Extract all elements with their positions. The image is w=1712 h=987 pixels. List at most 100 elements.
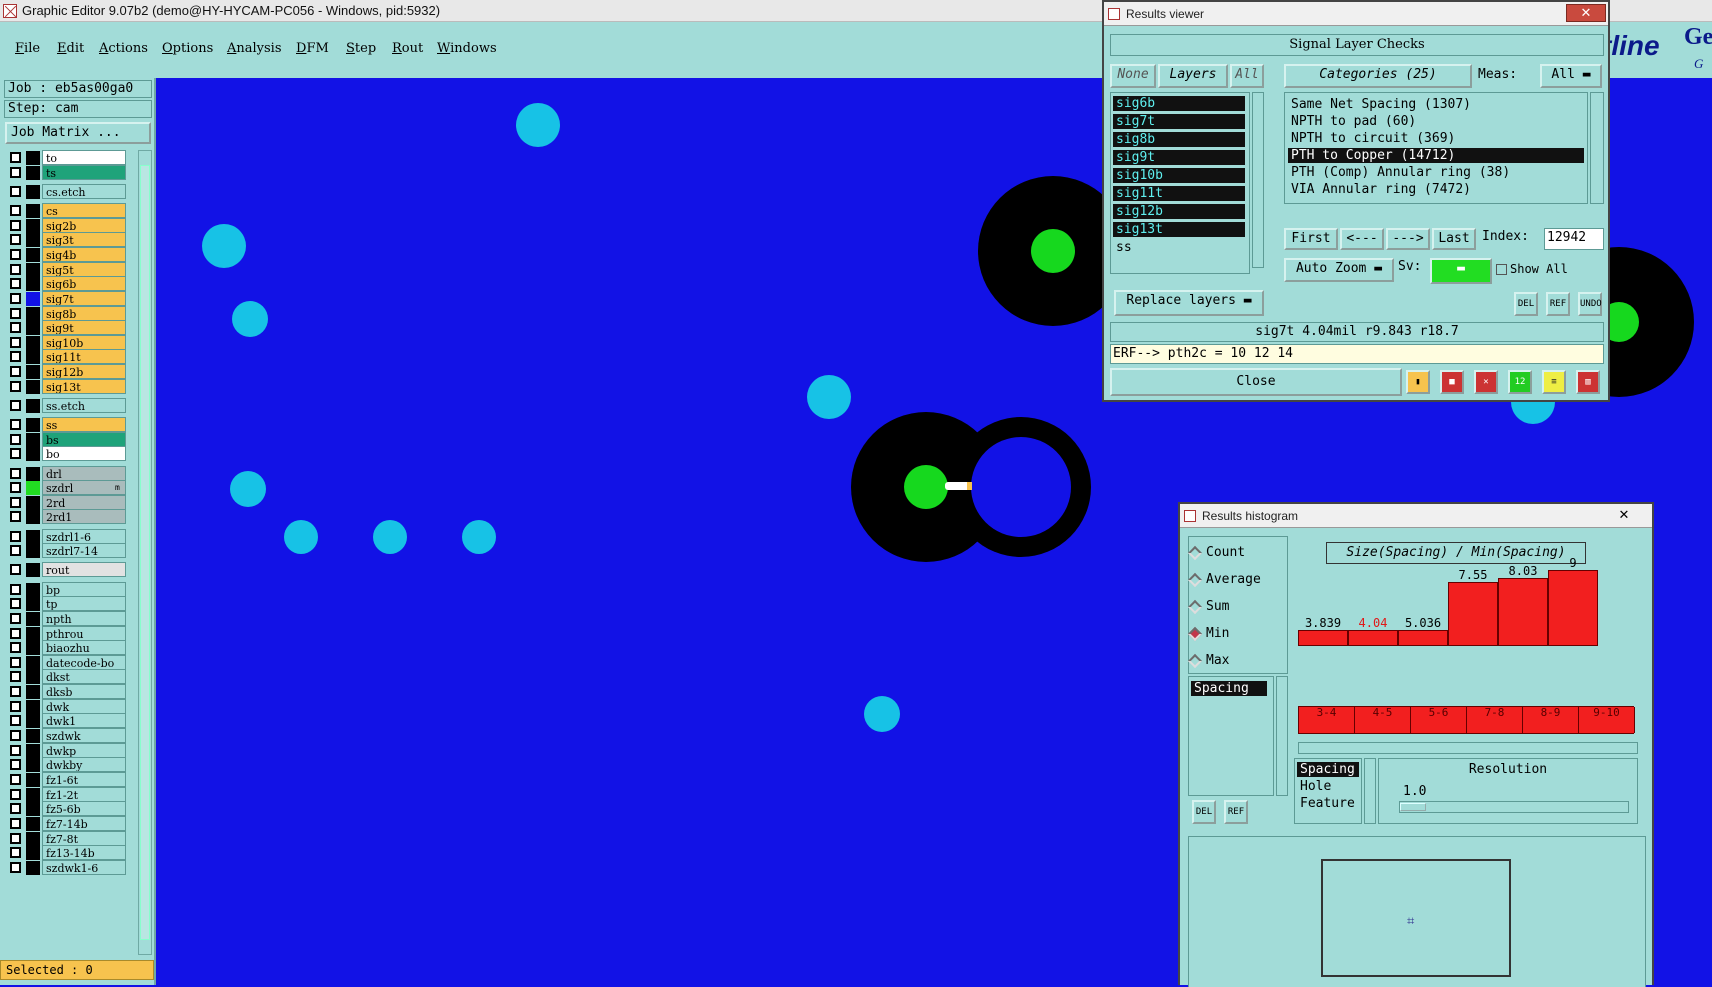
layer-row-dksb[interactable]: dksb [4, 684, 136, 700]
layer-name[interactable]: fz1-2t [42, 786, 126, 802]
layer-checkbox[interactable] [10, 788, 21, 800]
layer-row-tp[interactable]: tp [4, 596, 136, 612]
layer-color-swatch[interactable] [26, 306, 40, 321]
layer-checkbox[interactable] [10, 671, 21, 683]
layer-name[interactable]: sig9t [42, 320, 126, 336]
clearance-hole[interactable] [971, 437, 1071, 537]
layer-row-sig13t[interactable]: sig13t [4, 378, 136, 394]
layer-color-swatch[interactable] [26, 597, 40, 612]
layer-checkbox[interactable] [10, 234, 21, 246]
via-pad[interactable] [462, 520, 496, 554]
layer-checkbox[interactable] [10, 861, 21, 873]
layer-color-swatch[interactable] [26, 218, 40, 233]
layer-name[interactable]: sig4b [42, 246, 126, 262]
layer-row-bo[interactable]: bo [4, 446, 136, 462]
layer-color-swatch[interactable] [26, 321, 40, 336]
layer-checkbox[interactable] [10, 448, 21, 460]
layer-color-swatch[interactable] [26, 729, 40, 744]
index-input[interactable]: 12942 [1544, 228, 1604, 250]
category-item[interactable]: VIA Annular ring (7472) [1288, 182, 1471, 197]
layer-color-swatch[interactable] [26, 816, 40, 831]
menu-rout[interactable]: Rout [392, 41, 423, 56]
layer-color-swatch[interactable] [26, 846, 40, 861]
menu-windows[interactable]: Windows [437, 41, 497, 56]
layer-color-swatch[interactable] [26, 685, 40, 700]
layer-color-swatch[interactable] [26, 699, 40, 714]
bucket-label[interactable]: 3-4 [1299, 707, 1355, 733]
layer-row-szdwk1-6[interactable]: szdwk1-6 [4, 859, 136, 875]
type-item[interactable]: Spacing [1297, 762, 1359, 777]
layer-name[interactable]: ts [42, 164, 126, 180]
layer-color-swatch[interactable] [26, 432, 40, 447]
via-pad[interactable] [864, 696, 900, 732]
histogram-icon[interactable]: ▥ [1576, 370, 1600, 394]
bucket-label[interactable]: 5-6 [1411, 707, 1467, 733]
layer-checkbox[interactable] [10, 419, 21, 431]
close-button[interactable]: Close [1110, 368, 1402, 396]
layer-name[interactable]: szdrl [42, 480, 126, 496]
type-item[interactable]: Hole [1297, 779, 1331, 794]
layer-checkbox[interactable] [10, 612, 21, 624]
close-icon[interactable]: ✕ [1566, 4, 1606, 22]
layer-color-swatch[interactable] [26, 802, 40, 817]
show-all-checkbox[interactable] [1496, 264, 1507, 275]
layer-checkbox[interactable] [10, 564, 21, 576]
layer-row-dwk[interactable]: dwk [4, 698, 136, 714]
measure-item[interactable]: Spacing [1191, 681, 1267, 696]
ref-icon[interactable]: REF [1546, 292, 1570, 316]
layer-row-datecode-bo[interactable]: datecode-bo [4, 654, 136, 670]
layer-results-scrollbar[interactable] [1252, 92, 1264, 268]
ref-icon[interactable]: REF [1224, 800, 1248, 824]
layer-name[interactable]: 2rd [42, 494, 126, 510]
layer-color-swatch[interactable] [26, 563, 40, 578]
category-item[interactable]: Same Net Spacing (1307) [1288, 97, 1471, 112]
layer-row-drl[interactable]: drl [4, 465, 136, 481]
measure-scrollbar[interactable] [1276, 676, 1288, 796]
layer-name[interactable]: pthrou [42, 625, 126, 641]
layer-name[interactable]: sig7t [42, 290, 126, 306]
categories-scrollbar[interactable] [1590, 92, 1604, 204]
layer-name[interactable]: sig5t [42, 261, 126, 277]
bucket-label[interactable]: 9-10 [1579, 707, 1635, 733]
via-pad[interactable] [232, 301, 268, 337]
layer-name[interactable]: sig12b [42, 364, 126, 380]
layer-row-sig10b[interactable]: sig10b [4, 334, 136, 350]
layer-row-fz1-2t[interactable]: fz1-2t [4, 786, 136, 802]
layer-color-swatch[interactable] [26, 184, 40, 199]
layer-row-szdrl7-14[interactable]: szdrl7-14 [4, 543, 136, 559]
layer-name[interactable]: sig3t [42, 232, 126, 248]
layer-color-swatch[interactable] [26, 466, 40, 481]
layer-row-to[interactable]: to [4, 150, 136, 165]
histogram-bar[interactable] [1398, 630, 1448, 646]
layer-checkbox[interactable] [10, 545, 21, 557]
layer-row-szdrl[interactable]: szdrl m [4, 480, 136, 496]
layer-name[interactable]: dwkp [42, 742, 126, 758]
layers-all-button[interactable]: All [1230, 64, 1264, 88]
layer-checkbox[interactable] [10, 744, 21, 756]
layer-name[interactable]: dkst [42, 669, 126, 685]
menu-step[interactable]: Step [346, 41, 376, 56]
layer-color-swatch[interactable] [26, 151, 40, 165]
layer-row-ts[interactable]: ts [4, 164, 136, 180]
layer-checkbox[interactable] [10, 152, 21, 163]
layer-row-szdrl1-6[interactable]: szdrl1-6 [4, 528, 136, 544]
layer-color-swatch[interactable] [26, 350, 40, 365]
layer-color-swatch[interactable] [26, 641, 40, 656]
type-scrollbar[interactable] [1364, 758, 1376, 824]
layer-name[interactable]: szdrl7-14 [42, 543, 126, 559]
layer-name[interactable]: sig11t [42, 349, 126, 365]
layer-name[interactable]: tp [42, 596, 126, 612]
histogram-bar[interactable] [1448, 582, 1498, 646]
layer-name[interactable]: dwk1 [42, 713, 126, 729]
layer-color-swatch[interactable] [26, 510, 40, 525]
histogram-hscroll[interactable] [1298, 742, 1638, 754]
layer-color-swatch[interactable] [26, 365, 40, 380]
layer-color-swatch[interactable] [26, 529, 40, 544]
layer-row-sig4b[interactable]: sig4b [4, 246, 136, 262]
layer-checkbox[interactable] [10, 656, 21, 668]
layer-name[interactable]: sig8b [42, 305, 126, 321]
layer-row-dwkp[interactable]: dwkp [4, 742, 136, 758]
category-item[interactable]: PTH (Comp) Annular ring (38) [1288, 165, 1510, 180]
layer-result-item[interactable]: sig7t [1113, 114, 1245, 129]
layer-checkbox[interactable] [10, 380, 21, 392]
